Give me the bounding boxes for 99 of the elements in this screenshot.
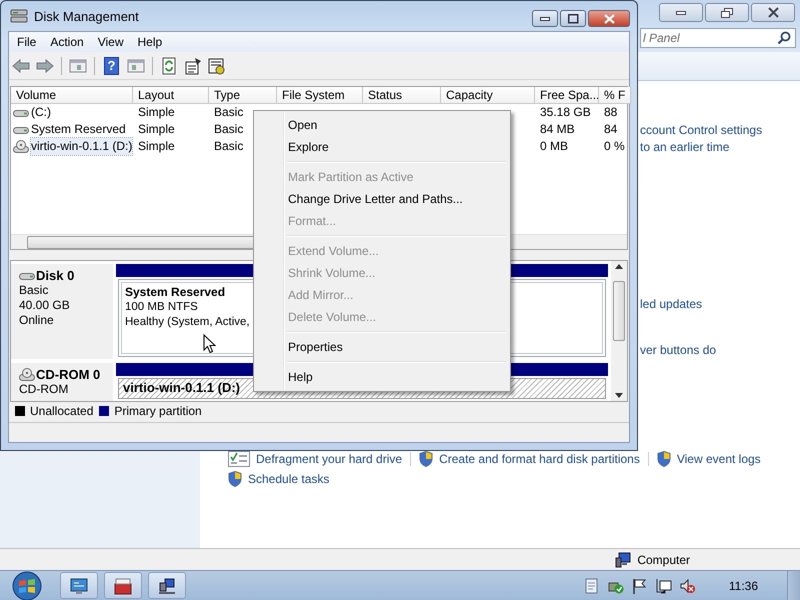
close-button[interactable] [588,10,630,27]
menu-item[interactable]: Open [256,114,508,136]
close-button[interactable] [751,3,795,22]
table-cell: Simple [138,121,175,138]
table-cell: Simple [138,104,175,121]
cd-drive-icon [13,140,29,154]
drive-icon [13,108,29,118]
table-cell: Basic [214,121,244,138]
partition-status: Healthy (System, Active, [125,315,251,330]
disk-info: 40.00 GB [19,298,71,313]
help-button[interactable]: ? [104,56,119,74]
drive-icon [13,124,29,134]
monitor-icon [69,576,89,594]
taskbar-button[interactable] [148,572,186,599]
table-cell: 84 MB [540,121,575,138]
table-cell: Basic [214,104,244,121]
cd-drive-icon [19,368,35,382]
properties-icon[interactable] [183,56,203,74]
maximize-button[interactable] [560,10,586,27]
search-field[interactable]: l Panel [640,28,796,48]
disk-name: Disk 0 [36,268,74,283]
partition-size: 100 MB NTFS [125,300,199,315]
shield-icon [656,451,671,467]
column-header[interactable]: Status [363,87,441,104]
location-label: Computer [637,552,690,566]
minimize-icon [540,16,550,20]
task-link[interactable]: View event logs [676,451,761,467]
column-header[interactable]: File System [277,87,363,104]
cursor-icon [203,334,216,354]
column-header[interactable]: Volume [11,87,133,104]
start-button[interactable] [10,570,44,600]
search-icon [777,31,791,45]
column-header[interactable]: % F [599,87,631,104]
scroll-down-icon [615,393,623,398]
close-icon [604,14,614,24]
menu-item[interactable]: Help [256,366,508,388]
legend-label: Primary partition [114,404,202,418]
disk-info: Online [19,313,55,328]
menu-item[interactable]: Help [132,35,168,49]
column-header[interactable]: Layout [133,87,209,104]
menu-item[interactable]: Change Drive Letter and Paths... [256,188,508,210]
computer-icon [615,552,632,568]
column-header[interactable]: Type [209,87,277,104]
panel-icon[interactable] [68,56,88,74]
menu-item[interactable]: File [11,35,42,49]
clock[interactable]: 11:36 [728,578,758,592]
document-icon[interactable] [582,578,600,594]
window-title: Disk Management [34,8,139,24]
disk-name: CD-ROM 0 [36,367,100,382]
close-icon [768,7,778,18]
panel-icon[interactable] [126,56,146,74]
menu-item[interactable]: Explore [256,136,508,158]
shield-icon [419,451,434,467]
muted-speaker-icon[interactable] [678,578,696,594]
disk-info: CD-ROM [19,382,70,397]
maximize-icon [568,14,578,24]
network-icon[interactable] [654,578,672,594]
link[interactable]: ver buttons do [640,342,762,359]
legend-label: Unallocated [30,404,94,418]
table-cell: Simple [138,138,175,155]
table-cell[interactable]: virtio-win-0.1.1 (D:) [31,138,132,155]
table-cell: Basic [214,138,244,155]
network-computer-icon [157,576,177,594]
back-icon[interactable] [11,56,31,74]
table-cell: 0 % [604,138,625,155]
vertical-scrollbar[interactable] [611,261,627,401]
table-cell[interactable]: System Reserved [31,121,126,138]
shield-icon [228,471,242,487]
table-cell: 35.18 GB [540,104,591,121]
scroll-up-icon [615,264,623,269]
forward-icon[interactable] [35,56,55,74]
link[interactable]: ccount Control settings [640,122,762,139]
settings-icon[interactable] [207,56,227,74]
table-cell[interactable]: (C:) [31,104,51,121]
app-icon [10,8,28,24]
column-header[interactable]: Free Spa... [535,87,599,104]
disk-info: Basic [19,283,50,298]
taskbar-button[interactable] [60,572,98,599]
menu-item[interactable]: Action [44,35,90,49]
task-link[interactable]: Schedule tasks [248,471,330,487]
table-cell: 88 [604,104,618,121]
minimize-button[interactable] [532,10,558,27]
flag-icon[interactable] [630,578,648,594]
restore-icon [721,8,733,18]
column-header[interactable]: Capacity [441,87,535,104]
task-link[interactable]: Create and format hard disk partitions [439,451,640,467]
menu-item[interactable]: View [92,35,130,49]
table-cell: 84 [604,121,618,138]
checklist-icon [228,451,250,467]
restore-button[interactable] [705,3,749,22]
partition-name: System Reserved [125,285,226,300]
link[interactable]: to an earlier time [640,139,762,156]
minimize-button[interactable] [659,3,703,22]
table-cell: 0 MB [540,138,568,155]
minimize-icon [676,10,686,14]
task-link[interactable]: Defragment your hard drive [256,451,402,467]
toolbox-icon [113,576,133,594]
link[interactable]: led updates [640,296,762,313]
taskbar-button[interactable] [104,572,142,599]
